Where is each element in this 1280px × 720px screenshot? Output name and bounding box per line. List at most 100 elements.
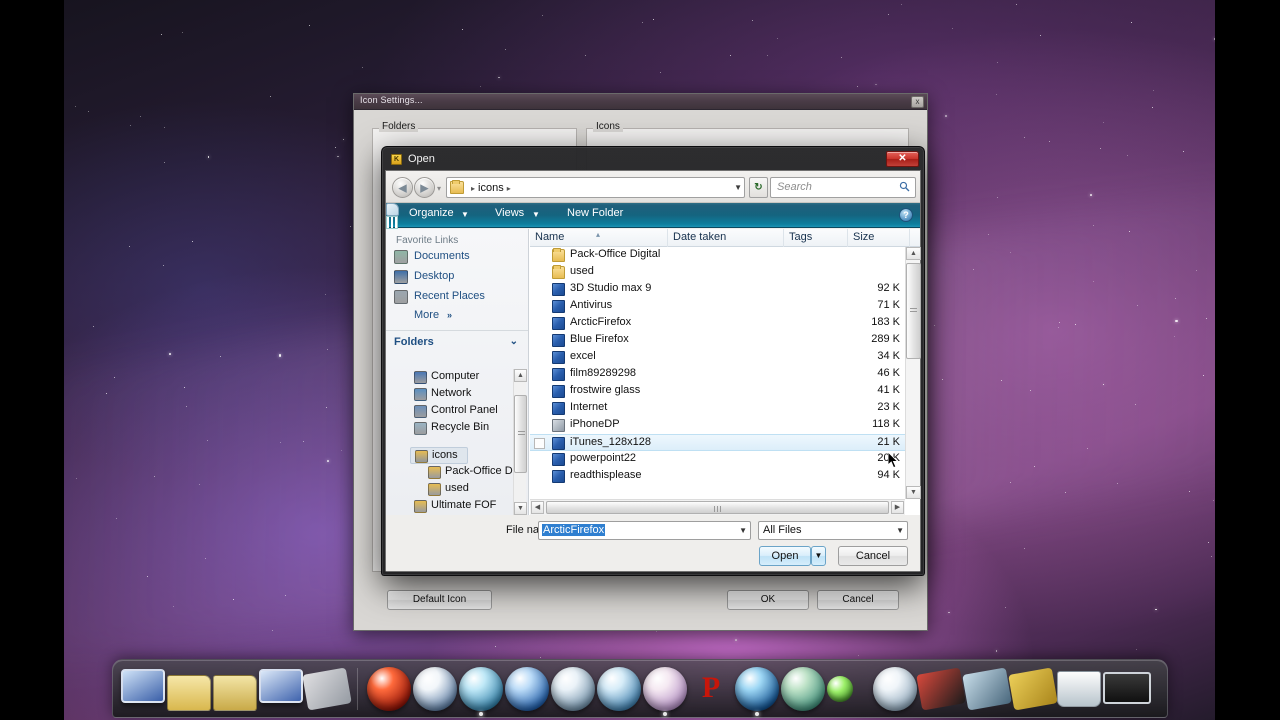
dock-item-computers-icon[interactable] <box>121 669 165 703</box>
tree-item-ultimate-fof[interactable]: Ultimate FOF <box>410 498 496 515</box>
ok-button[interactable]: OK <box>727 590 809 610</box>
sort-ascending-icon: ▴ <box>596 230 601 239</box>
table-row[interactable]: Antivirus 71 K <box>530 298 905 315</box>
dock-item-terminal-icon[interactable] <box>1103 672 1151 704</box>
dock-item-firefox-icon[interactable] <box>551 667 595 711</box>
open-button[interactable]: Open <box>759 546 811 566</box>
chevron-down-icon[interactable]: ▼ <box>461 210 469 219</box>
dock-item-internet-explorer-icon[interactable] <box>505 667 549 711</box>
table-row[interactable]: powerpoint22 20 K <box>530 451 905 468</box>
dock-item-messenger-icon[interactable] <box>413 667 457 711</box>
dock-item-plane-icon[interactable] <box>916 667 966 711</box>
more-links-button[interactable]: More <box>414 309 439 321</box>
table-row[interactable]: readthisplease 94 K <box>530 468 905 485</box>
tree-item-computer[interactable]: Computer <box>410 369 479 386</box>
views-button[interactable]: Views <box>495 207 524 219</box>
scroll-up-icon[interactable]: ▲ <box>514 369 527 382</box>
back-button[interactable]: ◀ <box>392 177 413 198</box>
dock-item-shell-icon[interactable] <box>873 667 917 711</box>
tree-item-icons[interactable]: icons <box>410 447 468 464</box>
scrollbar-thumb[interactable] <box>906 263 921 359</box>
tree-item-control-panel[interactable]: Control Panel <box>410 403 498 420</box>
breadcrumb-item-icons[interactable]: icons <box>478 182 504 194</box>
scroll-left-icon[interactable]: ◀ <box>531 501 544 514</box>
more-chevron-icon[interactable]: » <box>447 310 452 320</box>
table-row[interactable]: iPhoneDP 118 K <box>530 417 905 434</box>
cancel-button[interactable]: Cancel <box>838 546 908 566</box>
icon-file-icon <box>552 470 565 483</box>
favorite-link-documents[interactable]: Documents <box>394 249 526 266</box>
folders-header[interactable]: Folders ⌄ <box>386 333 528 353</box>
dock-item-spider-icon[interactable] <box>962 667 1012 711</box>
dock-item-browser-orb-icon[interactable] <box>735 667 779 711</box>
dock-item-tools-icon[interactable] <box>302 667 352 711</box>
table-row[interactable]: excel 34 K <box>530 349 905 366</box>
favorite-link-desktop[interactable]: Desktop <box>394 269 526 286</box>
chevron-down-icon[interactable]: ▼ <box>734 183 742 192</box>
folder-icon <box>450 180 464 194</box>
icon-settings-close-button[interactable]: x <box>911 96 924 108</box>
chevron-down-icon[interactable]: ▼ <box>739 526 747 535</box>
tree-item-recycle-bin[interactable]: Recycle Bin <box>410 420 489 437</box>
table-row[interactable]: iTunes_128x128 21 K <box>530 434 905 451</box>
hscrollbar-thumb[interactable] <box>546 501 889 514</box>
scrollbar-grip <box>518 431 525 437</box>
column-header-date-taken[interactable]: Date taken <box>668 229 784 247</box>
table-row[interactable]: Pack-Office Digital <box>530 247 905 264</box>
dock-item-globe-icon[interactable] <box>597 667 641 711</box>
table-row[interactable]: Internet 23 K <box>530 400 905 417</box>
table-row[interactable]: film89289298 46 K <box>530 366 905 383</box>
organize-button[interactable]: Organize <box>409 207 454 219</box>
tree-item-network[interactable]: Network <box>410 386 471 403</box>
scrollbar-thumb[interactable] <box>514 395 527 473</box>
dock-item-my-computer-icon[interactable] <box>259 669 303 703</box>
scroll-down-icon[interactable]: ▼ <box>514 502 527 515</box>
dock-item-limewire-icon[interactable] <box>781 667 825 711</box>
help-icon[interactable]: ? <box>899 208 913 222</box>
open-split-button[interactable]: ▼ <box>811 546 826 566</box>
scroll-up-icon[interactable]: ▲ <box>906 247 921 260</box>
file-list-hscrollbar[interactable]: ◀ ▶ <box>530 499 905 515</box>
address-field[interactable]: ▸ icons ▸ ▼ <box>446 177 745 198</box>
table-row[interactable]: used <box>530 264 905 281</box>
dock-item-hammer-icon[interactable] <box>1008 667 1058 711</box>
address-bar: ◀ ▶ ▾ ▸ icons ▸ ▼ ↻ Search <box>386 171 920 203</box>
dock-item-itunes-icon[interactable] <box>643 667 687 711</box>
column-header-size[interactable]: Size <box>848 229 910 247</box>
cancel-button[interactable]: Cancel <box>817 590 899 610</box>
table-row[interactable]: frostwire glass 41 K <box>530 383 905 400</box>
dock-item-folder-icon[interactable] <box>167 675 211 711</box>
file-type-select[interactable]: All Files ▼ <box>758 521 908 540</box>
tree-item-used[interactable]: used <box>424 481 469 498</box>
chevron-down-icon[interactable]: ⌄ <box>510 336 518 347</box>
column-header-tags[interactable]: Tags <box>784 229 848 247</box>
default-icon-button[interactable]: Default Icon <box>387 590 492 610</box>
dock-item-recycle-bin-icon[interactable] <box>1057 671 1101 707</box>
dock-item-flash-icon[interactable] <box>367 667 411 711</box>
dock-item-aquarium-icon[interactable] <box>459 667 503 711</box>
tree-item-pack-office-d[interactable]: Pack-Office D <box>424 464 513 481</box>
icon-file-icon <box>552 334 565 347</box>
table-row[interactable]: ArcticFirefox 183 K <box>530 315 905 332</box>
chevron-down-icon[interactable]: ▼ <box>896 526 904 535</box>
refresh-button[interactable]: ↻ <box>749 177 768 198</box>
favorite-link-recent-places[interactable]: Recent Places <box>394 289 526 306</box>
chevron-down-icon[interactable]: ▼ <box>532 210 540 219</box>
file-name-input[interactable]: ArcticFirefox ▼ <box>538 521 751 540</box>
scroll-right-icon[interactable]: ▶ <box>891 501 904 514</box>
table-row[interactable]: Blue Firefox 289 K <box>530 332 905 349</box>
dock-item-powerpoint-icon[interactable]: P <box>689 667 733 711</box>
folder-tree-scrollbar[interactable]: ▲ ▼ <box>513 369 527 515</box>
file-list-pane: Name Date taken Tags Size ▴ Pack-Office Digi… <box>530 229 921 515</box>
file-list-scrollbar[interactable]: ▲ ▼ <box>905 247 921 499</box>
search-input[interactable]: Search <box>770 177 916 198</box>
row-checkbox[interactable] <box>534 438 545 449</box>
dock-item-documents-folder-icon[interactable] <box>213 675 257 711</box>
new-folder-button[interactable]: New Folder <box>567 207 623 219</box>
forward-button[interactable]: ▶ <box>414 177 435 198</box>
close-icon[interactable]: ✕ <box>886 151 919 167</box>
dock-item-green-gel-icon[interactable] <box>827 676 853 702</box>
table-row[interactable]: 3D Studio max 9 92 K <box>530 281 905 298</box>
scroll-down-icon[interactable]: ▼ <box>906 486 921 499</box>
nav-history-dropdown[interactable]: ▾ <box>437 184 441 193</box>
